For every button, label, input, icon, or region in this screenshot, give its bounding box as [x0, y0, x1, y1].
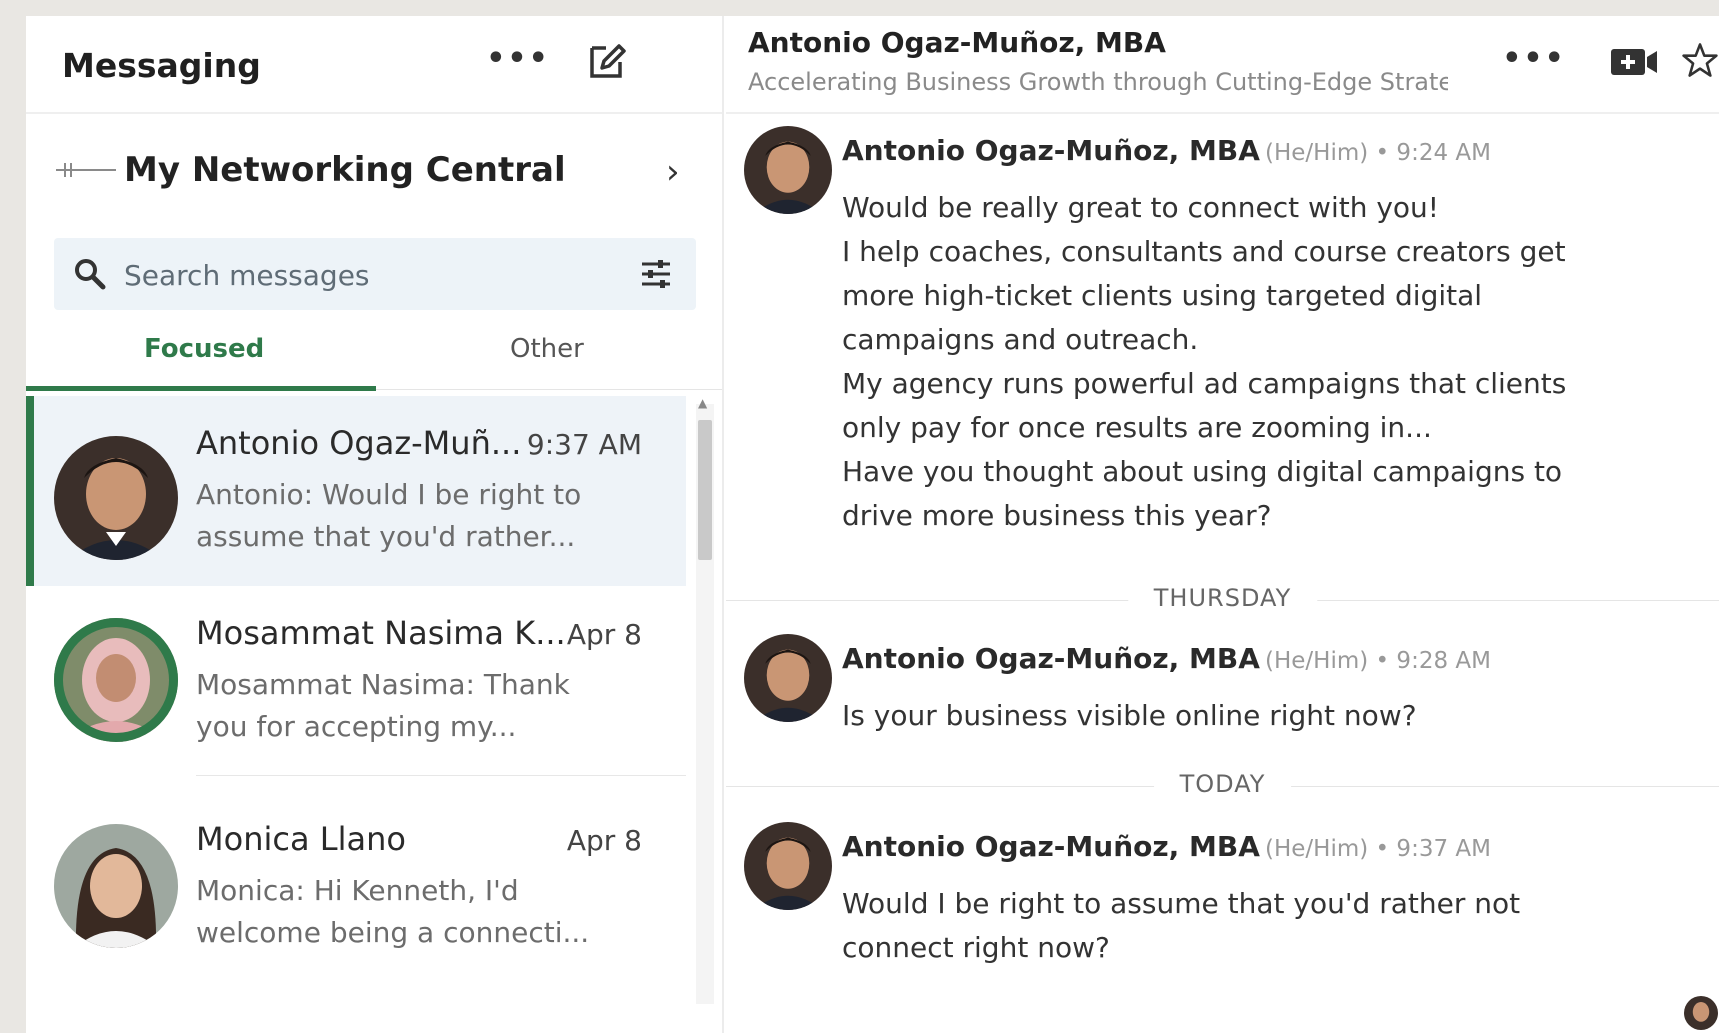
active-tab-indicator — [26, 386, 376, 391]
avatar — [54, 618, 178, 742]
message-line: Would I be right to assume that you'd ra… — [842, 887, 1521, 920]
tab-focused[interactable]: Focused — [144, 334, 264, 364]
message-line: campaigns and outreach. — [842, 323, 1199, 356]
day-separator-label: THURSDAY — [1127, 584, 1318, 612]
message-thread: Antonio Ogaz-Muñoz, MBA (He/Him) • 9:24 … — [726, 114, 1719, 1033]
divider — [196, 775, 686, 776]
conversation-date: 9:37 AM — [526, 428, 642, 461]
thread-panel: Antonio Ogaz-Muñoz, MBA Accelerating Bus… — [726, 16, 1719, 1033]
avatar — [54, 824, 178, 948]
message-line: connect right now? — [842, 931, 1110, 964]
video-icon[interactable] — [1608, 44, 1660, 80]
message-header: Antonio Ogaz-Muñoz, MBA (He/Him) • 9:24 … — [842, 134, 1491, 167]
conversation-list: Antonio Ogaz-Muñ... 9:37 AM Antonio: Wou… — [26, 396, 722, 1033]
message: Antonio Ogaz-Muñoz, MBA (He/Him) • 9:28 … — [726, 634, 1719, 764]
avatar — [54, 436, 178, 560]
avatar[interactable] — [744, 822, 832, 910]
message-body: Is your business visible online right no… — [842, 694, 1602, 738]
message-meta: (He/Him) • 9:28 AM — [1265, 648, 1491, 674]
conversation-name: Mosammat Nasima K... — [196, 614, 566, 652]
tab-other[interactable]: Other — [510, 334, 584, 364]
message-meta: (He/Him) • 9:24 AM — [1265, 140, 1491, 166]
networking-central-label: My Networking Central — [124, 150, 566, 190]
more-dots-icon[interactable]: ••• — [1502, 38, 1564, 78]
message-tabs: Focused Other — [26, 328, 722, 392]
conversation-preview: Antonio: Would I be right to assume that… — [196, 478, 582, 553]
day-separator-label: TODAY — [1153, 770, 1292, 798]
avatar[interactable] — [744, 634, 832, 722]
seen-receipt-avatar — [1684, 996, 1718, 1030]
message-sender[interactable]: Antonio Ogaz-Muñoz, MBA — [842, 830, 1260, 863]
chevron-right-icon[interactable]: › — [666, 152, 680, 192]
scroll-up-icon[interactable]: ▲ — [698, 396, 707, 410]
message-body: Would be really great to connect with yo… — [842, 186, 1602, 538]
search-bar — [54, 238, 696, 310]
messaging-app: Messaging ••• My Networking Central › Se… — [26, 16, 1719, 1033]
message: Antonio Ogaz-Muñoz, MBA (He/Him) • 9:24 … — [726, 126, 1719, 532]
day-separator: TODAY — [726, 766, 1719, 806]
networking-central-link[interactable]: My Networking Central › — [26, 114, 722, 224]
message-line: Have you thought about using digital cam… — [842, 455, 1563, 488]
compose-icon[interactable] — [582, 36, 630, 84]
conversation-name: Antonio Ogaz-Muñ... — [196, 424, 522, 462]
conversation-panel: Messaging ••• My Networking Central › Se… — [26, 16, 724, 1033]
thread-contact-name[interactable]: Antonio Ogaz-Muñoz, MBA — [748, 26, 1166, 59]
message-body: Would I be right to assume that you'd ra… — [842, 882, 1602, 970]
message-line: drive more business this year? — [842, 499, 1272, 532]
network-icon — [56, 163, 116, 177]
message-line: I help coaches, consultants and course c… — [842, 235, 1566, 268]
message-line: Would be really great to connect with yo… — [842, 191, 1440, 224]
message-line: Is your business visible online right no… — [842, 699, 1417, 732]
conversation-preview: Monica: Hi Kenneth, I'd welcome being a … — [196, 874, 590, 949]
conversation-date: Apr 8 — [566, 824, 642, 857]
message-sender[interactable]: Antonio Ogaz-Muñoz, MBA — [842, 134, 1260, 167]
message-line: only pay for once results are zooming in… — [842, 411, 1432, 444]
list-item[interactable]: Antonio Ogaz-Muñ... 9:37 AM Antonio: Wou… — [26, 396, 686, 586]
message-header: Antonio Ogaz-Muñoz, MBA (He/Him) • 9:28 … — [842, 642, 1491, 675]
star-icon[interactable] — [1681, 38, 1719, 82]
message-meta: (He/Him) • 9:37 AM — [1265, 836, 1491, 862]
page-title: Messaging — [62, 46, 261, 85]
conversation-name: Monica Llano — [196, 820, 406, 858]
message-sender[interactable]: Antonio Ogaz-Muñoz, MBA — [842, 642, 1260, 675]
message-header: Antonio Ogaz-Muñoz, MBA (He/Him) • 9:37 … — [842, 830, 1491, 863]
search-input[interactable] — [122, 254, 606, 296]
thread-header: Antonio Ogaz-Muñoz, MBA Accelerating Bus… — [726, 16, 1719, 114]
avatar[interactable] — [744, 126, 832, 214]
filter-icon[interactable] — [638, 256, 674, 296]
list-item[interactable]: Mosammat Nasima K... Apr 8 Mosammat Nasi… — [26, 586, 686, 776]
thread-contact-headline: Accelerating Business Growth through Cut… — [748, 68, 1448, 96]
conversation-date: Apr 8 — [566, 618, 642, 651]
messaging-header: Messaging ••• — [26, 16, 722, 114]
list-item[interactable]: Monica Llano Apr 8 Monica: Hi Kenneth, I… — [26, 792, 686, 982]
day-separator: THURSDAY — [726, 580, 1719, 620]
search-icon — [72, 256, 108, 296]
message-line: My agency runs powerful ad campaigns tha… — [842, 367, 1567, 400]
scrollbar-thumb[interactable] — [698, 420, 712, 560]
message: Antonio Ogaz-Muñoz, MBA (He/Him) • 9:37 … — [726, 822, 1719, 1002]
conversation-preview: Mosammat Nasima: Thank you for accepting… — [196, 668, 570, 743]
message-line: more high-ticket clients using targeted … — [842, 279, 1483, 312]
more-dots-icon[interactable]: ••• — [486, 38, 548, 78]
